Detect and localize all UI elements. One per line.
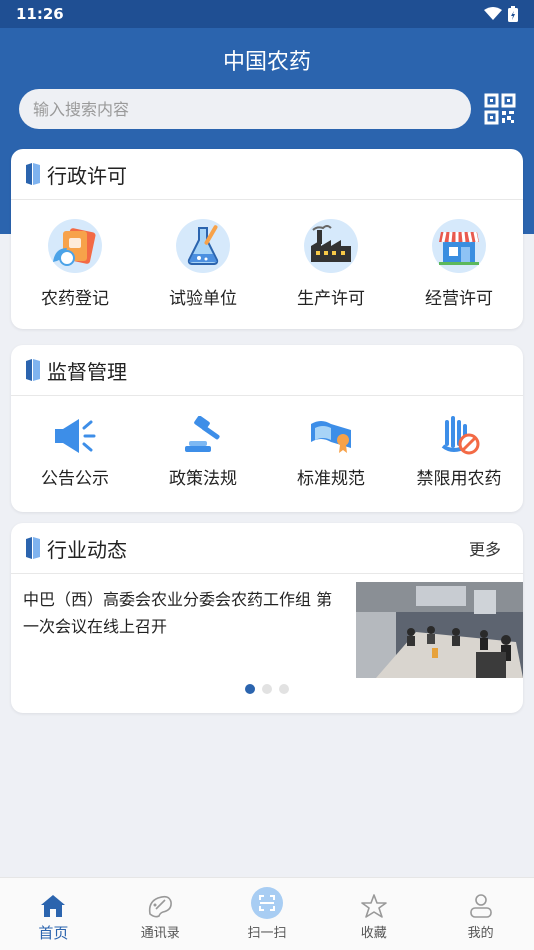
battery-icon [508, 6, 518, 22]
admin-license-card: 行政许可 农药登记 试验单位 生产许可 经营许可 [11, 149, 523, 329]
tab-label: 扫一扫 [247, 926, 287, 941]
grid-label: 生产许可 [297, 289, 365, 309]
megaphone-icon [55, 419, 96, 453]
search-input[interactable] [33, 99, 471, 119]
standards-book-icon [311, 421, 351, 453]
scan-icon [250, 887, 283, 919]
industry-news-header: 行业动态 更多 [11, 523, 523, 574]
tab-favorites[interactable]: 收藏 [320, 878, 427, 950]
carousel-dot[interactable] [245, 684, 255, 694]
grid-item-banned-pesticides[interactable]: 禁限用农药 [395, 416, 523, 489]
tab-label: 收藏 [360, 926, 387, 941]
tab-profile[interactable]: 我的 [427, 878, 534, 950]
grid-item-production-license[interactable]: 生产许可 [267, 218, 395, 309]
banned-pesticide-icon [441, 416, 480, 455]
grid-item-standards[interactable]: 标准规范 [267, 416, 395, 489]
grid-label: 标准规范 [297, 469, 365, 489]
carousel-dot[interactable] [279, 684, 289, 694]
tab-contacts[interactable]: 通讯录 [107, 878, 214, 950]
grid-label: 农药登记 [41, 289, 109, 309]
book-icon [26, 163, 40, 185]
supervision-header: 监督管理 [11, 345, 523, 396]
supervision-card: 监督管理 公告公示 政策法规 标准规范 禁限用农药 [11, 345, 523, 512]
search-bar[interactable] [19, 89, 471, 129]
industry-news-title: 行业动态 [47, 537, 127, 562]
tab-label: 我的 [467, 926, 494, 941]
grid-item-business-license[interactable]: 经营许可 [395, 218, 523, 309]
factory-icon [304, 219, 358, 273]
news-headline: 中巴（西）高委会农业分委会农药工作组 第一次会议在线上召开 [23, 590, 333, 636]
grid-label: 政策法规 [169, 469, 237, 489]
carousel-dot[interactable] [262, 684, 272, 694]
grid-label: 试验单位 [169, 289, 237, 309]
grid-item-pesticide-registration[interactable]: 农药登记 [11, 218, 139, 309]
qr-code-icon[interactable] [484, 93, 516, 125]
carousel-indicator [11, 684, 523, 694]
grid-label: 公告公示 [41, 469, 109, 489]
grid-item-test-unit[interactable]: 试验单位 [139, 218, 267, 309]
app-title: 中国农药 [222, 50, 311, 75]
industry-news-card: 行业动态 更多 中巴（西）高委会农业分委会农药工作组 第一次会议在线上召开 [11, 523, 523, 713]
supervision-title: 监督管理 [47, 359, 127, 384]
status-time: 11:26 [16, 5, 64, 23]
user-icon [469, 894, 492, 918]
tab-scan[interactable]: 扫一扫 [214, 878, 321, 950]
pesticide-registration-icon [48, 219, 102, 273]
home-icon [41, 895, 66, 917]
contacts-icon [149, 895, 173, 918]
news-item[interactable]: 中巴（西）高委会农业分委会农药工作组 第一次会议在线上召开 [11, 574, 523, 678]
book-icon [26, 537, 40, 559]
status-icons [484, 6, 518, 22]
admin-license-title: 行政许可 [47, 163, 127, 188]
status-bar: 11:26 [0, 0, 534, 28]
flask-icon [176, 219, 230, 273]
tab-home[interactable]: 首页 [0, 878, 107, 950]
wifi-icon [484, 7, 502, 20]
news-meeting-photo [356, 582, 523, 678]
star-icon [360, 894, 387, 918]
more-link[interactable]: 更多 [469, 536, 501, 560]
tab-label: 首页 [38, 924, 69, 942]
grid-item-policy[interactable]: 政策法规 [139, 416, 267, 489]
shop-icon [432, 219, 486, 273]
grid-label: 经营许可 [425, 289, 493, 309]
gavel-icon [185, 416, 220, 452]
bottom-tab-bar: 首页 通讯录 扫一扫 收藏 我的 [0, 877, 534, 950]
tab-label: 通讯录 [140, 926, 180, 941]
grid-item-announcement[interactable]: 公告公示 [11, 416, 139, 489]
book-icon [26, 359, 40, 381]
admin-license-header: 行政许可 [11, 149, 523, 200]
grid-label: 禁限用农药 [416, 469, 502, 489]
